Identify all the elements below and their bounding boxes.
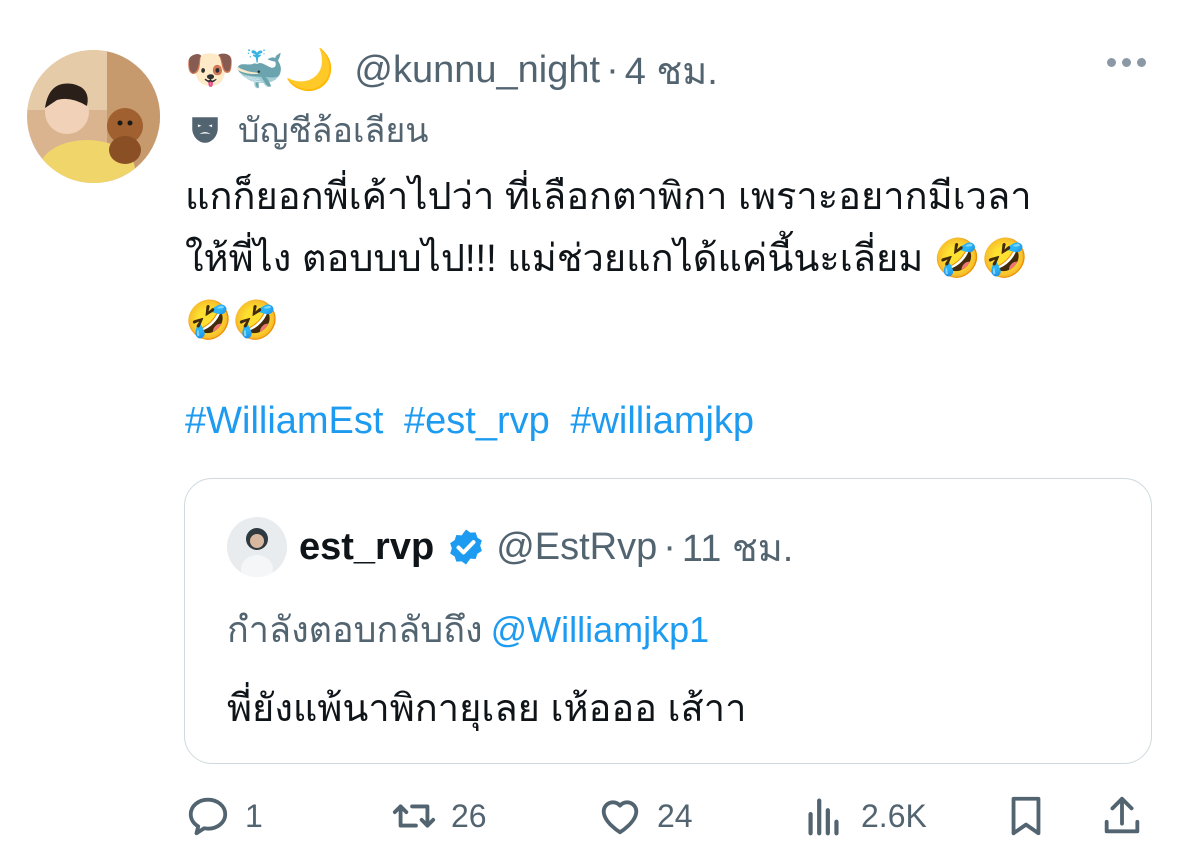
parody-label-row: บัญชีล้อเลียน [188, 108, 429, 152]
tweet-text: แกก็ยอกพี่เค้าไปว่า ที่เลือกตาพิกา เพราะ… [185, 166, 1145, 352]
tweet: 🐶🐳🌙 @kunnu_night · 4 ชม. บัญชีล้อเลียน แ… [0, 0, 1178, 865]
bookmark-icon [1011, 796, 1041, 836]
reply-button[interactable]: 1 [185, 790, 263, 842]
author-handle[interactable]: @kunnu_night [354, 49, 600, 92]
tweet-header: 🐶🐳🌙 @kunnu_night · 4 ชม. [185, 44, 718, 96]
hashtag-link[interactable]: #WilliamEst [185, 400, 383, 442]
like-button[interactable]: 24 [597, 790, 693, 842]
quoted-tweet-text: พี่ยังแพ้นาพิกายุเลย เห้อออ เส้าา [227, 688, 747, 730]
heart-icon [601, 800, 639, 835]
quoted-separator: · [663, 525, 676, 568]
like-count: 24 [657, 797, 693, 834]
views-button[interactable]: 2.6K [801, 790, 927, 842]
share-button[interactable] [1099, 790, 1145, 842]
tweet-text-line: แกก็ยอกพี่เค้าไปว่า ที่เลือกตาพิกา เพราะ… [185, 176, 1032, 218]
hashtag-list: #WilliamEst #est_rvp #williamjkp [185, 400, 764, 443]
views-count: 2.6K [861, 797, 927, 834]
tweet-text-line: 🤣🤣 [185, 300, 280, 342]
reply-icon [188, 797, 228, 836]
quoted-author-avatar[interactable] [227, 517, 287, 577]
quoted-tweet-header: est_rvp @EstRvp · 11 ชม. [227, 517, 793, 577]
repost-button[interactable]: 26 [391, 790, 487, 842]
repost-count: 26 [451, 797, 487, 834]
reply-count: 1 [245, 797, 263, 834]
replying-to: กำลังตอบกลับถึง @Williamjkp1 [227, 601, 709, 658]
quoted-tweet[interactable]: est_rvp @EstRvp · 11 ชม. กำลังตอบกลับถึง… [184, 478, 1152, 764]
hashtag-link[interactable]: #est_rvp [404, 400, 550, 442]
theater-mask-icon [192, 117, 218, 143]
quoted-time[interactable]: 11 ชม. [682, 517, 793, 578]
parody-label: บัญชีล้อเลียน [238, 112, 429, 150]
author-avatar[interactable] [27, 50, 160, 183]
quoted-display-name[interactable]: est_rvp [299, 526, 434, 569]
mention-link[interactable]: @Williamjkp1 [491, 609, 710, 650]
display-name[interactable]: 🐶🐳🌙 [185, 50, 334, 90]
tweet-time[interactable]: 4 ชม. [625, 40, 718, 101]
verified-badge-icon [450, 529, 483, 565]
quoted-handle[interactable]: @EstRvp [496, 526, 657, 569]
header-separator: · [606, 48, 619, 91]
tweet-text-line: ให้พี่ไง ตอบบบไป!!! แม่ช่วยแกได้แค่นี้นะ… [185, 238, 1029, 280]
bookmark-button[interactable] [1003, 790, 1049, 842]
hashtag-link[interactable]: #williamjkp [570, 400, 754, 442]
share-icon [1104, 796, 1140, 834]
more-icon[interactable] [1107, 58, 1146, 67]
action-bar: 1 26 24 2.6K [185, 790, 1145, 842]
repost-icon [392, 804, 436, 828]
views-icon [808, 798, 839, 836]
replying-prefix: กำลังตอบกลับถึง [227, 609, 483, 650]
